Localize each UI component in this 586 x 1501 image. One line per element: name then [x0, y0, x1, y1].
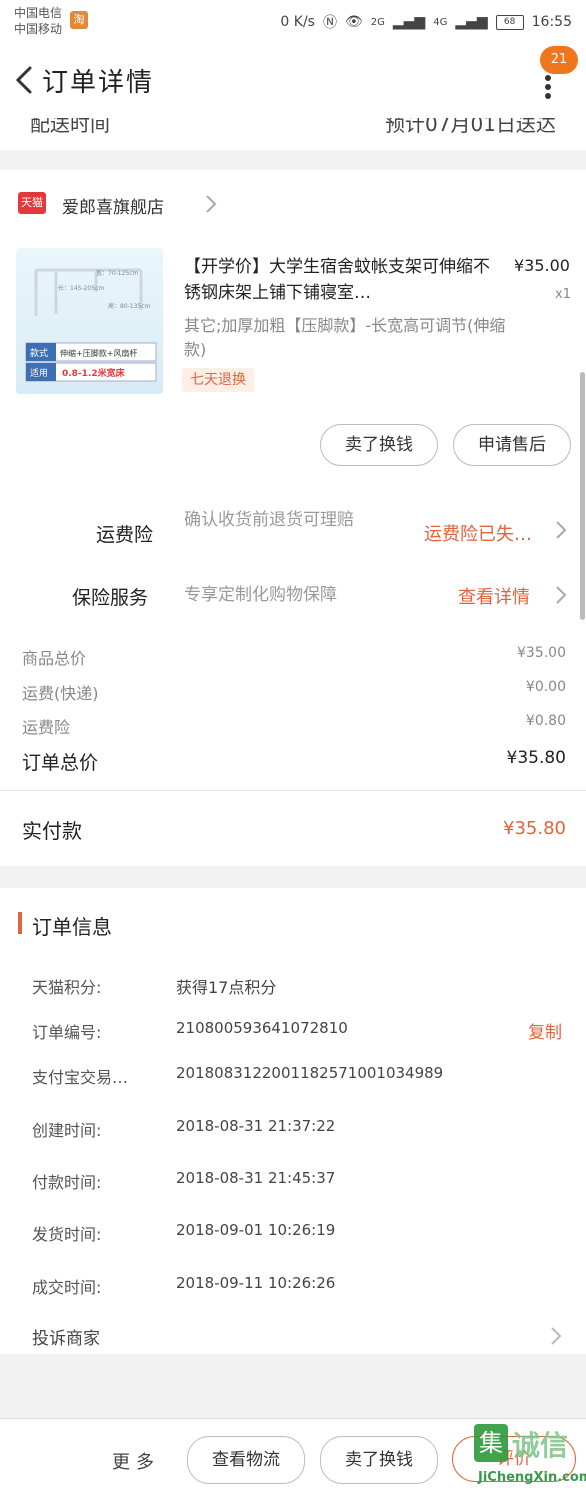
back-arrow-icon[interactable]	[8, 62, 44, 98]
info-label-points: 天猫积分:	[32, 978, 102, 997]
shipping-insurance-status[interactable]: 运费险已失…	[424, 520, 532, 546]
info-value-shipped: 2018-09-01 10:26:19	[176, 1221, 336, 1239]
order-total-label: 订单总价	[22, 752, 99, 774]
scrollbar[interactable]	[580, 372, 585, 620]
chevron-right-icon[interactable]	[550, 1326, 562, 1346]
nfc-icon: Ⓝ	[322, 15, 337, 31]
info-label-paid: 付款时间:	[32, 1173, 102, 1192]
info-label-alipay: 支付宝交易…	[32, 1068, 129, 1087]
chevron-right-icon[interactable]	[555, 520, 567, 540]
info-value-points: 获得17点积分	[176, 978, 277, 997]
info-value-paid: 2018-08-31 21:45:37	[176, 1169, 336, 1187]
goods-total-label: 商品总价	[22, 649, 87, 668]
paid-amount-value: ¥35.80	[503, 818, 566, 839]
order-total-value: ¥35.80	[506, 748, 566, 768]
insurance-service-desc: 专享定制化购物保障	[184, 585, 337, 605]
status-bar: 中国电信 中国移动 淘 0 K/s Ⓝ 👁 2G ▂▄▆ 4G ▂▄▆ 68 1…	[0, 0, 586, 44]
signal-icon-2: ▂▄▆	[455, 14, 488, 30]
status-right: 0 K/s Ⓝ 👁 2G ▂▄▆ 4G ▂▄▆ 68 16:55	[280, 12, 572, 32]
sell-exchange-button[interactable]: 卖了换钱	[320, 424, 438, 466]
chevron-right-icon[interactable]	[205, 194, 217, 214]
apply-after-sale-button[interactable]: 申请售后	[453, 424, 571, 466]
message-badge[interactable]: 21	[540, 46, 578, 74]
view-logistics-button[interactable]: 查看物流	[187, 1436, 305, 1484]
insurance-fee-label: 运费险	[22, 718, 71, 737]
taobao-app-icon: 淘	[70, 11, 88, 29]
product-price: ¥35.00	[514, 256, 570, 275]
eye-icon: 👁	[344, 14, 363, 30]
img-fit-label: 适用	[30, 368, 48, 379]
battery-icon: 68	[495, 14, 524, 30]
img-style-label: 款式	[30, 347, 48, 359]
copy-order-no-button[interactable]: 复制	[528, 1018, 562, 1043]
product-sku: 其它;加厚加粗【压脚款】-长宽高可调节(伸缩款)	[184, 316, 506, 359]
product-image[interactable]: 宽：70-125cm 长：145-205cm 高：80-135cm 款式 伸缩+…	[16, 248, 163, 394]
tmall-icon: 天猫	[18, 192, 46, 214]
carrier-2: 中国移动	[14, 22, 63, 36]
store-name[interactable]: 爱郎喜旗舰店	[62, 193, 164, 218]
info-value-completed: 2018-09-11 10:26:26	[176, 1274, 336, 1292]
signal-2g: 2G	[370, 16, 385, 28]
carrier-1: 中国电信	[14, 6, 63, 20]
insurance-fee-value: ¥0.80	[525, 713, 566, 729]
watermark-url: JiChengXin.com	[478, 1470, 586, 1485]
shipping-fee-label: 运费(快递)	[22, 684, 99, 703]
return-policy-tag: 七天退换	[182, 368, 254, 392]
insurance-service-link[interactable]: 查看详情	[458, 583, 530, 609]
img-style-value: 伸缩+压脚款+风扇杆	[60, 348, 137, 358]
shipping-fee-value: ¥0.00	[525, 679, 566, 695]
info-value-created: 2018-08-31 21:37:22	[176, 1117, 336, 1135]
shipping-insurance-desc: 确认收货前退货可理赔	[184, 510, 354, 530]
info-value-order-no: 210800593641072810	[176, 1019, 348, 1037]
dim-height: 高：80-135cm	[108, 302, 151, 310]
insurance-service-label: 保险服务	[72, 587, 149, 609]
goods-total-value: ¥35.00	[517, 645, 566, 661]
sell-exchange-bottom-button[interactable]: 卖了换钱	[320, 1436, 438, 1484]
order-info-title: 订单信息	[32, 915, 112, 939]
net-speed: 0 K/s	[280, 14, 315, 30]
info-label-order-no: 订单编号:	[32, 1023, 102, 1042]
dim-width: 宽：70-125cm	[96, 269, 139, 277]
more-menu-icon[interactable]	[538, 72, 558, 102]
delivery-time-label: 配送时间	[30, 118, 110, 136]
info-label-created: 创建时间:	[32, 1121, 102, 1140]
img-fit-value: 0.8-1.2米宽床	[62, 367, 126, 379]
paid-amount-label: 实付款	[22, 819, 82, 843]
watermark-logo: 集	[474, 1424, 508, 1462]
signal-icon: ▂▄▆	[392, 14, 426, 30]
delivery-time-value: 预计07月01日送达	[385, 118, 556, 136]
clock: 16:55	[531, 14, 572, 30]
chevron-right-icon[interactable]	[555, 585, 567, 605]
product-qty: x1	[555, 287, 571, 302]
info-value-alipay: 2018083122001182571001034989	[176, 1064, 444, 1082]
complain-seller-row[interactable]: 投诉商家	[32, 1324, 100, 1349]
product-title[interactable]: 【开学价】大学生宿舍蚊帐支架可伸缩不锈钢床架上铺下铺寝室…	[184, 254, 504, 306]
signal-4g: 4G	[433, 16, 448, 28]
info-label-completed: 成交时间:	[32, 1278, 102, 1297]
shipping-insurance-label: 运费险	[96, 524, 154, 546]
page-title: 订单详情	[42, 68, 155, 98]
divider	[0, 790, 586, 791]
more-button[interactable]: 更多	[112, 1448, 160, 1474]
section-accent-bar	[18, 912, 22, 934]
dim-length: 长：145-205cm	[58, 284, 104, 292]
watermark-text: 诚信	[512, 1429, 569, 1462]
info-label-shipped: 发货时间:	[32, 1225, 102, 1244]
delivery-time-row: 配送时间 预计07月01日送达	[0, 118, 586, 150]
